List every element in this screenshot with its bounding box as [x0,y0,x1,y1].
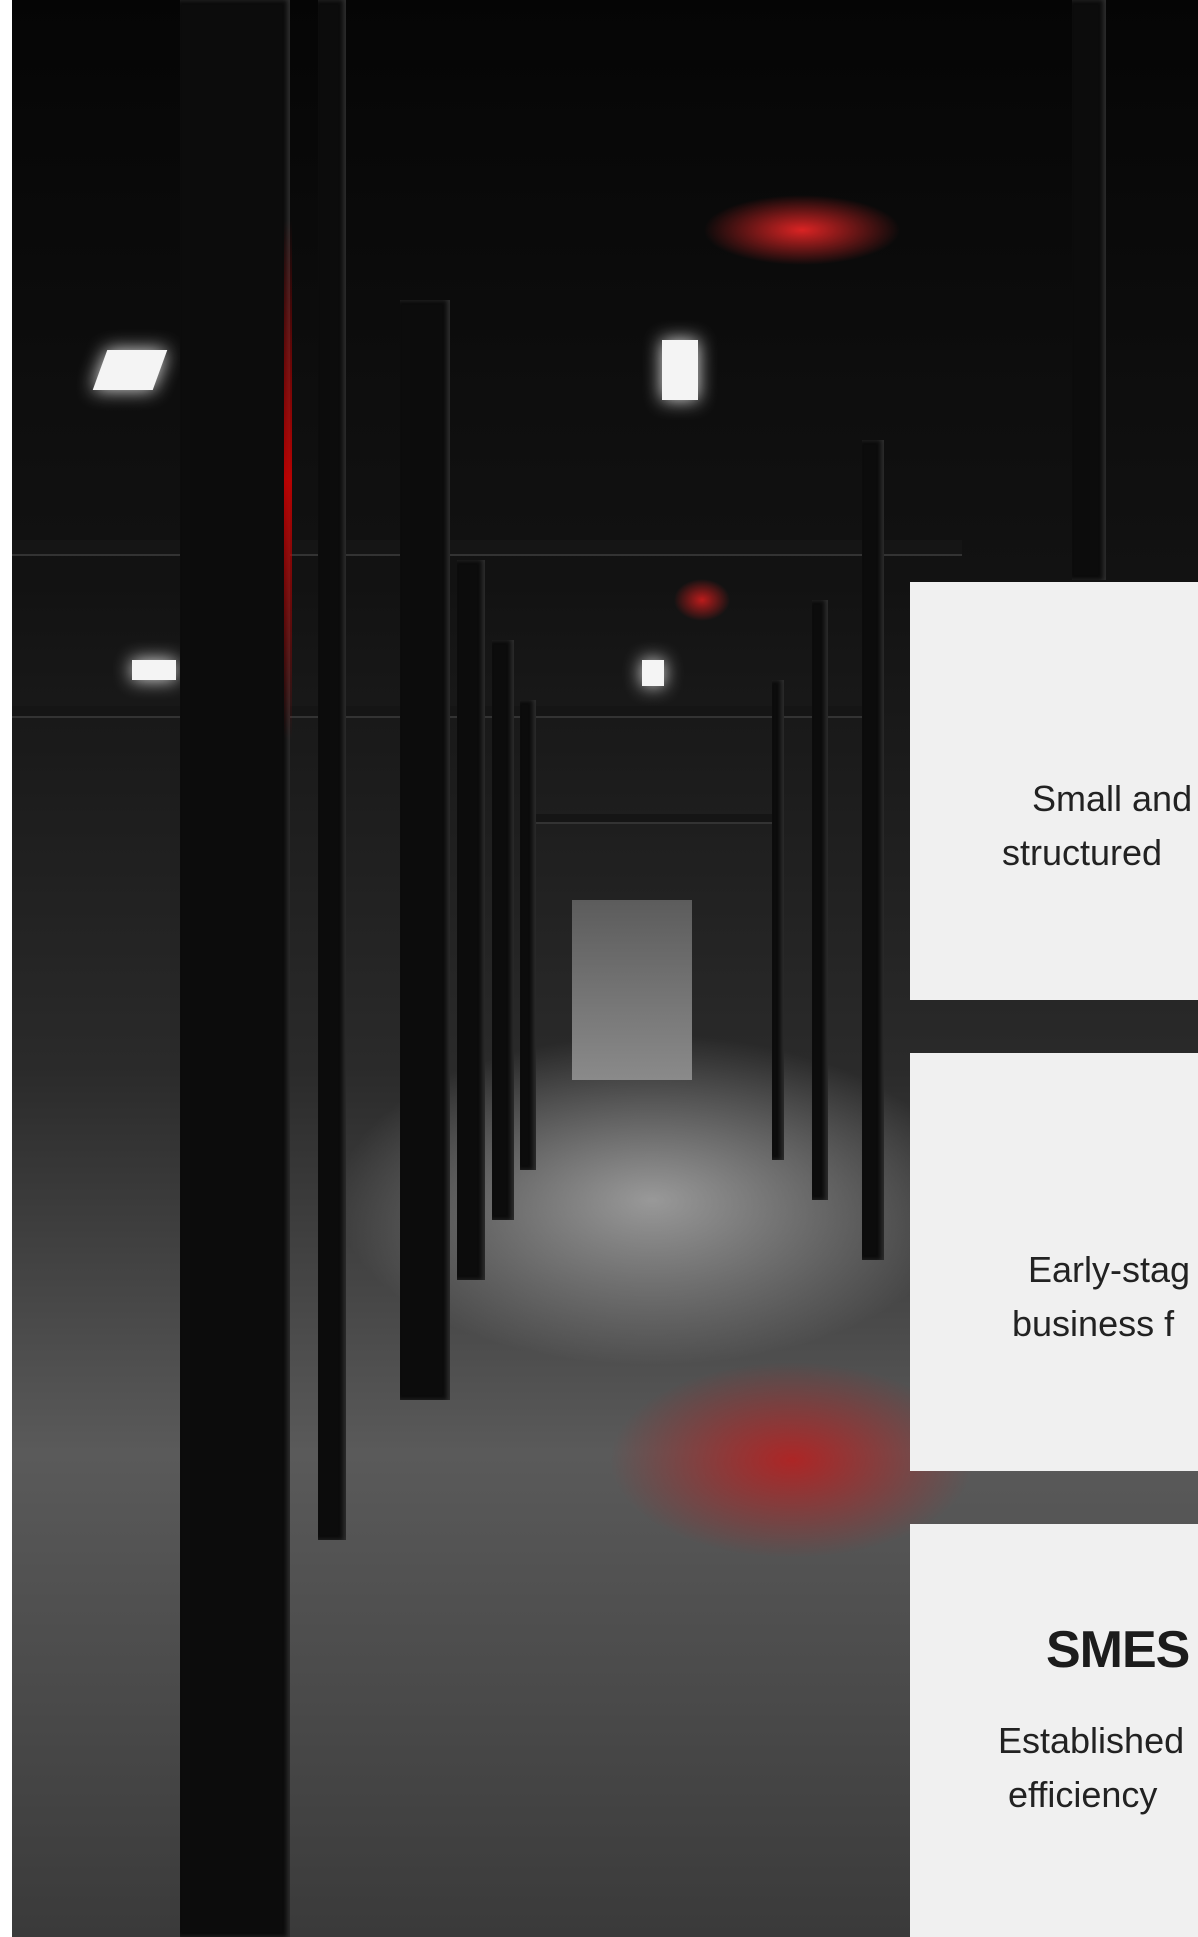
card-description-line: structured [1002,832,1163,873]
card-description-line: Early-stag [1028,1249,1191,1290]
card-description-line: efficiency [1008,1774,1158,1815]
steel-column [862,440,884,1260]
ceiling-lamp [662,340,698,400]
red-light-strip [284,220,292,740]
ceiling-lamp [92,350,168,390]
page: Small and structured Early-stag business… [0,0,1198,1937]
audience-card[interactable]: Early-stag business f [910,1053,1198,1471]
steel-column [520,700,536,1170]
steel-column [1072,0,1106,580]
steel-column [492,640,514,1220]
steel-column [812,600,828,1200]
card-description: Established efficiency [910,1714,1198,1822]
card-title: SMES [1046,1621,1190,1679]
steel-column [180,0,290,1937]
card-description-line: Established [998,1720,1185,1761]
steel-column [457,560,485,1280]
ceiling-beam [12,540,962,556]
card-description-line: business f [1012,1303,1175,1344]
corridor-end [572,900,692,1080]
steel-column [400,300,450,1400]
ceiling-lamp [642,660,664,686]
ceiling-beam [532,814,772,824]
audience-card[interactable]: SMES Established efficiency [910,1524,1198,1937]
steel-column [772,680,784,1160]
card-description: Small and structured [910,772,1198,880]
card-description: Early-stag business f [910,1243,1198,1351]
steel-column [318,0,346,1540]
audience-card[interactable]: Small and structured [910,582,1198,1000]
ceiling-lamp [132,660,176,680]
card-description-line: Small and [1032,778,1193,819]
